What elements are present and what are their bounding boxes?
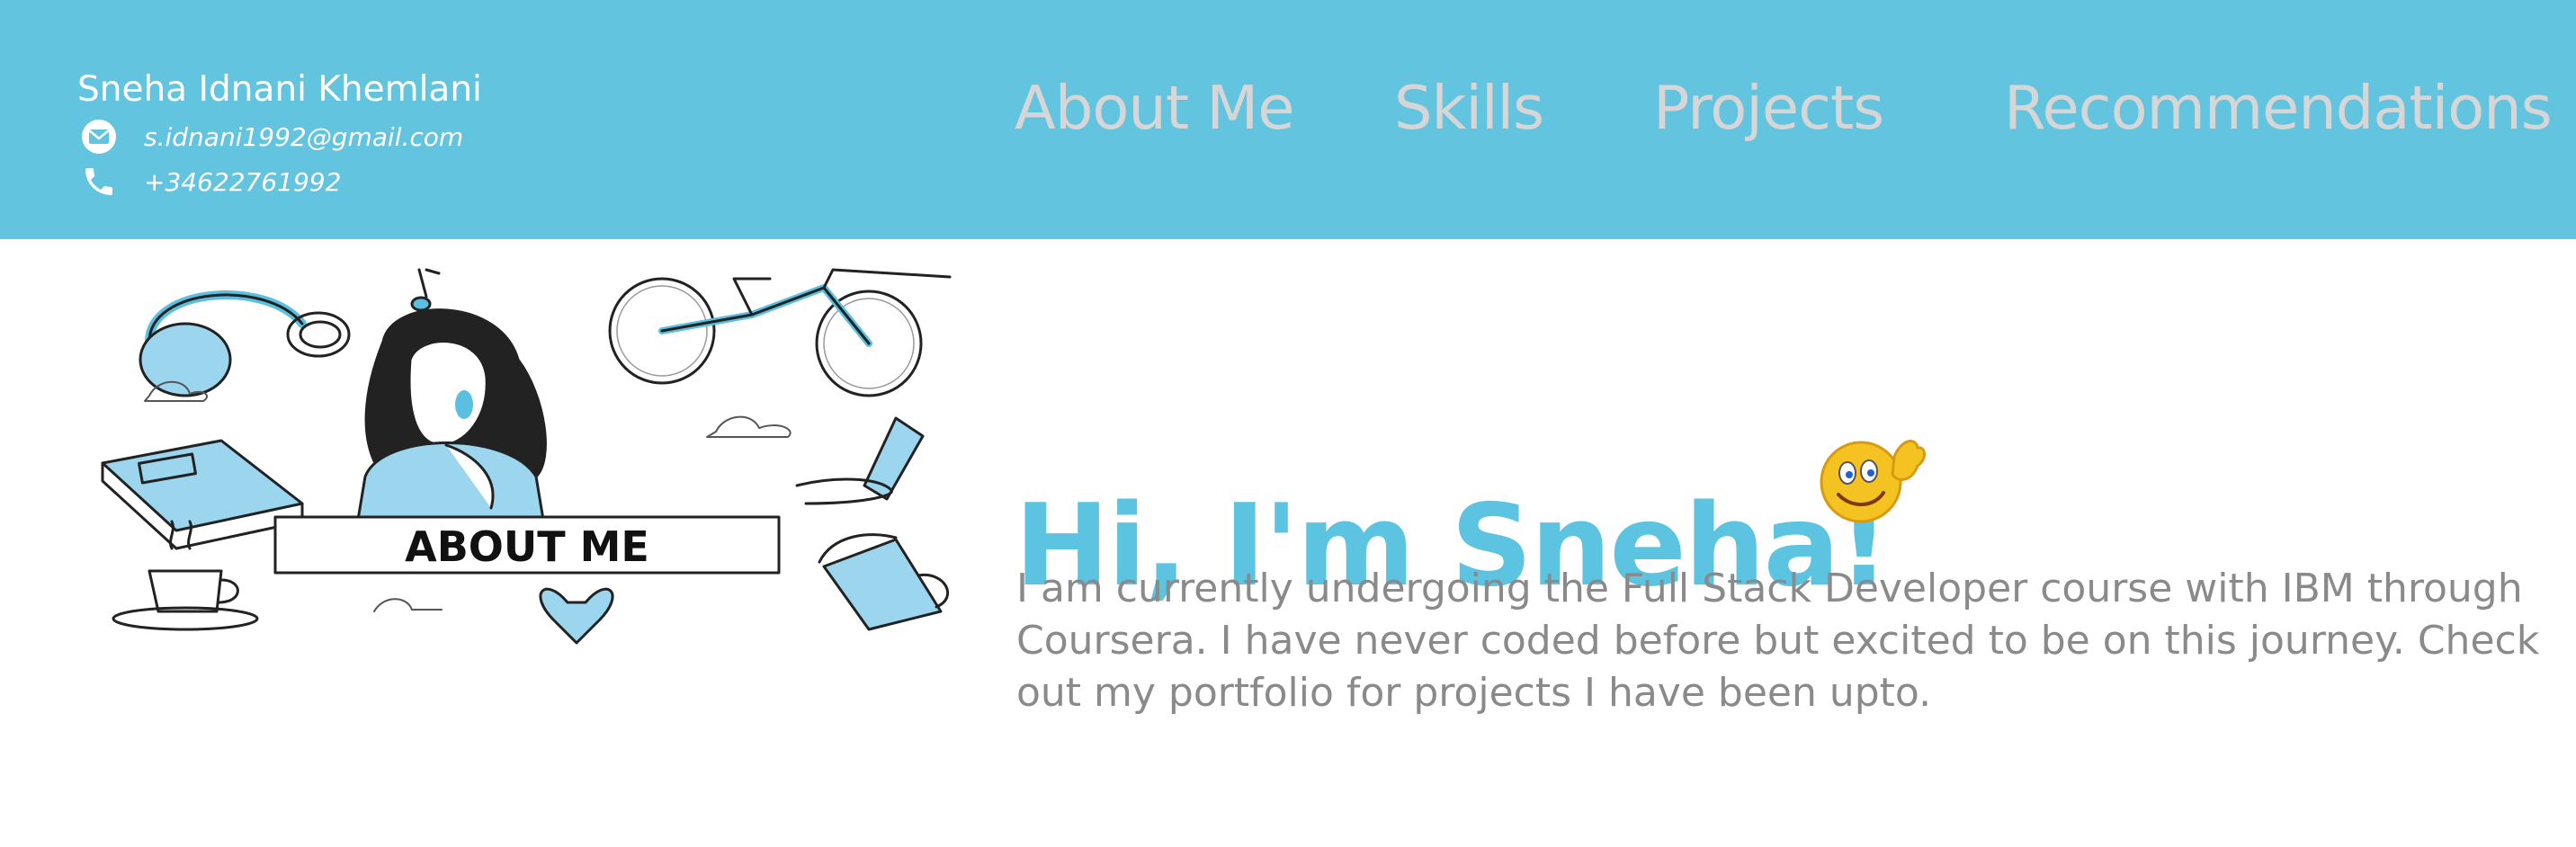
cloud-icon	[373, 598, 443, 612]
music-note-icon	[410, 268, 441, 312]
waving-smiley-icon	[1811, 430, 1928, 529]
pen-icon	[795, 416, 925, 505]
email-link[interactable]: s.idnani1992@gmail.com	[144, 122, 463, 152]
nav-skills[interactable]: Skills	[1394, 63, 1544, 153]
heart-icon	[539, 587, 614, 645]
owner-name: Sneha Idnani Khemlani	[77, 69, 482, 110]
email-row[interactable]: s.idnani1992@gmail.com	[77, 115, 482, 158]
site-header: Sneha Idnani Khemlani s.idnani1992@gmail…	[0, 0, 2576, 239]
contact-card: Sneha Idnani Khemlani s.idnani1992@gmail…	[77, 67, 482, 203]
about-me-image-label: ABOUT ME	[405, 522, 649, 571]
beer-mug-icon	[818, 533, 949, 631]
book-icon	[101, 439, 304, 550]
bicycle-icon	[608, 268, 952, 397]
nav-about-me[interactable]: About Me	[1015, 63, 1294, 153]
girl-illustration	[354, 308, 547, 532]
intro-paragraph: I am currently undergoing the Full Stack…	[1016, 566, 2540, 716]
envelope-icon	[81, 115, 124, 158]
nav-projects[interactable]: Projects	[1653, 63, 1884, 153]
about-me-illustration: ABOUT ME	[86, 261, 968, 647]
nav-recommendations[interactable]: Recommendations	[2004, 63, 2553, 153]
phone-link[interactable]: +34622761992	[144, 167, 341, 197]
headphones-icon	[139, 290, 351, 397]
cloud-icon	[706, 415, 792, 438]
phone-icon	[81, 160, 124, 203]
phone-row[interactable]: +34622761992	[77, 160, 482, 203]
coffee-cup-icon	[112, 520, 259, 631]
